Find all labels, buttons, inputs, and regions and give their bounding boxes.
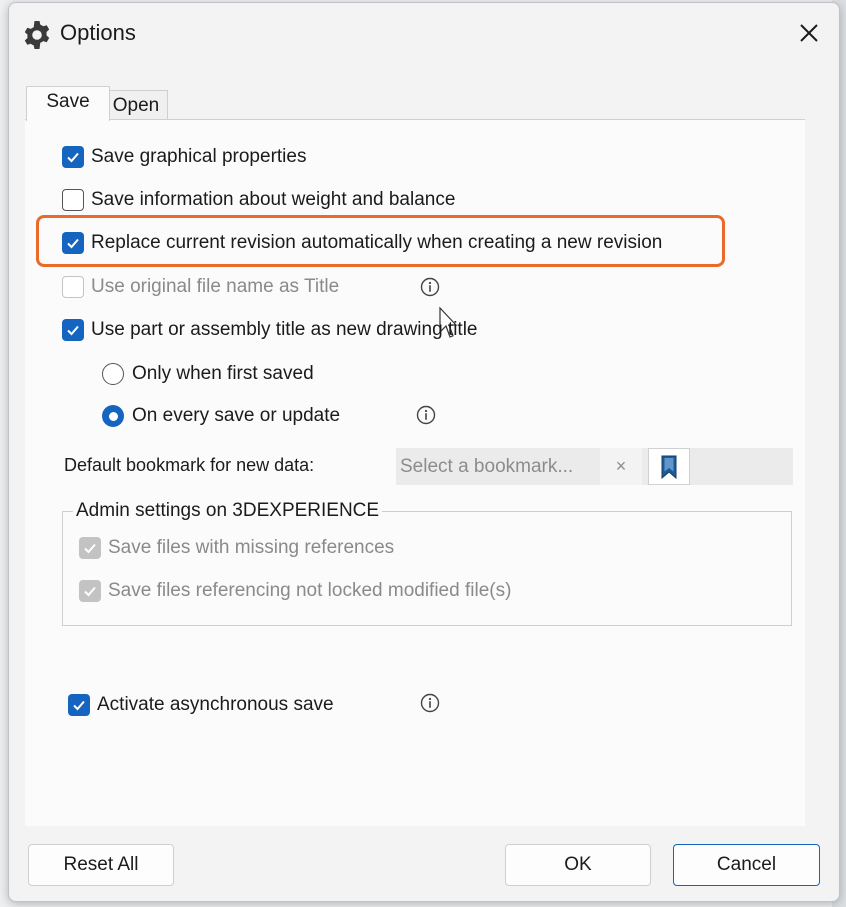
checkmark-icon <box>67 152 79 163</box>
checkbox-unchecked[interactable] <box>62 189 84 211</box>
tab-save[interactable]: Save <box>26 86 110 121</box>
option-label: Activate asynchronous save <box>97 694 334 715</box>
close-icon <box>800 24 818 42</box>
checkmark-icon <box>67 238 79 249</box>
radio-button-unselected[interactable] <box>102 363 124 385</box>
bookmark-icon <box>661 455 677 479</box>
checkbox-disabled-checked <box>79 537 101 559</box>
radio-label: Only when first saved <box>132 363 314 384</box>
cancel-button[interactable]: Cancel <box>673 844 820 886</box>
checkmark-icon <box>84 543 96 554</box>
clear-bookmark-button[interactable]: × <box>600 448 642 485</box>
checkbox-checked[interactable] <box>62 146 84 168</box>
checkbox-checked[interactable] <box>62 232 84 254</box>
reset-all-button[interactable]: Reset All <box>28 844 174 886</box>
checkbox-disabled-checked <box>79 580 101 602</box>
admin-settings-title: Admin settings on 3DEXPERIENCE <box>73 500 383 522</box>
bookmark-label: Default bookmark for new data: <box>64 455 315 475</box>
option-label: Save files with missing references <box>108 537 395 558</box>
option-save-graphical-properties[interactable]: Save graphical properties <box>62 146 306 168</box>
checkmark-icon <box>67 325 79 336</box>
info-icon[interactable] <box>420 693 440 713</box>
checkbox-checked[interactable] <box>68 694 90 716</box>
option-label: Use original file name as Title <box>91 276 340 297</box>
checkbox-checked[interactable] <box>62 319 84 341</box>
checkmark-icon <box>73 700 85 711</box>
option-asynchronous-save[interactable]: Activate asynchronous save <box>68 694 334 716</box>
radio-only-first-saved[interactable]: Only when first saved <box>102 363 314 385</box>
option-label: Use part or assembly title as new drawin… <box>91 319 478 340</box>
option-label: Save files referencing not locked modifi… <box>108 580 512 601</box>
option-label: Replace current revision automatically w… <box>91 232 663 253</box>
info-icon[interactable] <box>416 405 436 425</box>
tab-open[interactable]: Open <box>104 90 168 121</box>
option-replace-current-revision[interactable]: Replace current revision automatically w… <box>62 232 662 254</box>
select-bookmark-button[interactable] <box>648 448 690 485</box>
option-save-weight-balance[interactable]: Save information about weight and balanc… <box>62 189 455 211</box>
bookmark-selector: Select a bookmark... × <box>396 448 793 485</box>
title-bar: Options <box>9 3 839 63</box>
ok-button[interactable]: OK <box>505 844 651 886</box>
radio-button-selected[interactable] <box>102 405 124 427</box>
close-button[interactable] <box>791 15 827 51</box>
info-icon[interactable] <box>420 277 440 297</box>
radio-label: On every save or update <box>132 405 341 426</box>
option-label: Save graphical properties <box>91 146 307 167</box>
option-use-part-title[interactable]: Use part or assembly title as new drawin… <box>62 319 478 341</box>
gear-icon <box>24 21 50 49</box>
option-use-original-file-name: Use original file name as Title <box>62 276 339 298</box>
admin-settings-group <box>62 511 792 626</box>
dialog-title: Options <box>60 20 136 45</box>
option-save-not-locked-modified: Save files referencing not locked modifi… <box>79 580 511 602</box>
checkmark-icon <box>84 586 96 597</box>
bookmark-input[interactable]: Select a bookmark... <box>396 448 604 485</box>
radio-every-save[interactable]: On every save or update <box>102 405 340 427</box>
option-label: Save information about weight and balanc… <box>91 189 456 210</box>
checkbox-disabled <box>62 276 84 298</box>
option-save-missing-references: Save files with missing references <box>79 537 394 559</box>
